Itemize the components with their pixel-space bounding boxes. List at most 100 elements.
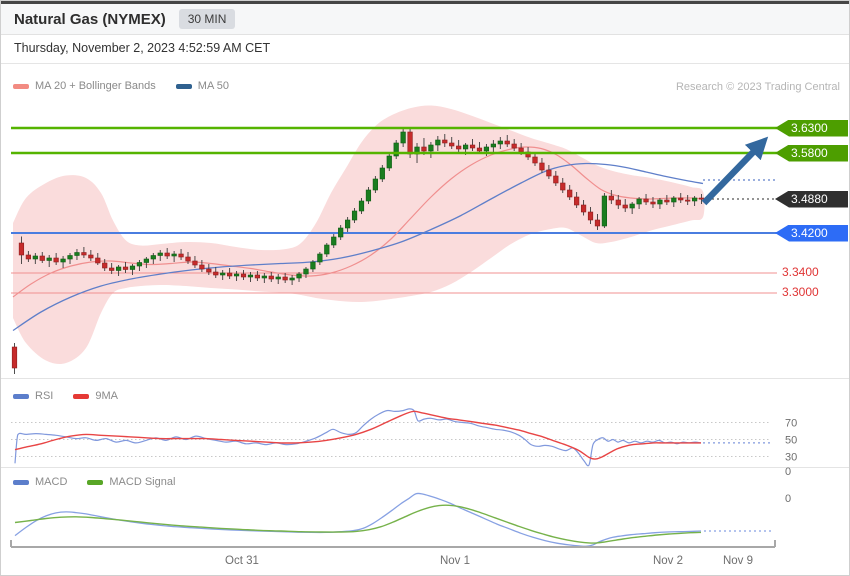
candle-body	[497, 140, 503, 145]
candle-body	[129, 265, 136, 270]
candle-body	[483, 146, 490, 152]
candle-body	[185, 256, 191, 262]
candle-body	[338, 227, 344, 238]
x-axis-label: Oct 31	[225, 555, 259, 567]
candle-body	[351, 210, 358, 221]
candle-body	[685, 199, 691, 202]
candle-body	[636, 198, 642, 205]
candle-body	[116, 266, 122, 271]
candle-body	[268, 275, 274, 280]
candle-body	[213, 271, 219, 276]
candle-body	[150, 255, 156, 260]
candle-body	[608, 195, 614, 201]
candle-body	[664, 199, 670, 203]
candle-body	[650, 201, 656, 205]
candle-body	[580, 204, 587, 213]
candle-body	[462, 144, 469, 150]
candle-body	[109, 267, 115, 271]
candle-body	[74, 252, 80, 256]
candle-body	[407, 131, 413, 155]
candle-body	[469, 144, 476, 149]
candle-body	[629, 203, 635, 209]
candle-body	[442, 139, 448, 144]
candle-body	[518, 147, 524, 153]
candle-body	[199, 264, 205, 270]
candle-body	[449, 142, 455, 147]
candle-body	[490, 143, 496, 148]
chart-canvas: 70 50 30 0 0 Oct 31 Nov 1 Nov 2 Nov 9	[1, 105, 849, 567]
candle-body	[560, 182, 566, 191]
candle-body	[11, 346, 18, 369]
candle-body	[102, 262, 108, 269]
candle-body	[60, 258, 66, 263]
price-label-minor-support-1: 3.3400	[782, 265, 819, 279]
macd-tick-label: 0	[785, 466, 791, 478]
candle-body	[39, 255, 45, 261]
candle-body	[227, 272, 233, 277]
candle-body	[282, 276, 288, 281]
price-label-resistance-1: 3.6300	[775, 119, 848, 137]
candle-body	[428, 144, 434, 152]
candle-body	[511, 143, 517, 149]
candle-body	[164, 252, 170, 257]
candle-body	[53, 257, 59, 263]
price-label-last: 3.4880	[775, 190, 848, 208]
candle-body	[303, 268, 309, 275]
macd-signal-line	[14, 504, 702, 544]
candle-body	[46, 257, 52, 261]
candle-body	[365, 189, 372, 202]
candle-body	[386, 155, 392, 169]
candle-body	[95, 257, 101, 264]
candle-body	[178, 253, 184, 258]
candle-body	[678, 197, 684, 201]
macd-tick-label: 0	[785, 493, 791, 505]
rsi-tick-label: 30	[785, 452, 797, 464]
candle-body	[247, 274, 254, 278]
x-axis-label: Nov 1	[440, 555, 470, 567]
price-label-support: 3.4200	[775, 224, 848, 242]
candle-body	[324, 244, 330, 255]
candle-body	[567, 189, 573, 198]
candle-body	[25, 254, 31, 260]
candle-body	[81, 252, 87, 256]
candle-body	[32, 255, 38, 260]
candle-body	[136, 262, 143, 267]
candle-body	[345, 219, 351, 229]
candle-body	[400, 131, 406, 144]
candle-body	[574, 196, 580, 206]
chart-widget: Natural Gas (NYMEX) 30 MIN Thursday, Nov…	[0, 0, 850, 576]
candle-body	[532, 156, 538, 164]
candle-body	[622, 204, 628, 209]
candle-body	[692, 197, 698, 202]
candle-body	[456, 145, 462, 150]
candle-body	[275, 276, 281, 280]
candle-body	[206, 268, 212, 273]
candle-body	[504, 140, 510, 145]
rsi-tick-label: 50	[785, 435, 797, 447]
x-axis-label: Nov 9	[723, 555, 753, 567]
candle-body	[379, 167, 385, 180]
candle-body	[546, 169, 552, 177]
candle-body	[233, 273, 240, 277]
candle-body	[539, 162, 545, 171]
candle-body	[192, 260, 198, 266]
candle-body	[220, 272, 226, 276]
candle-body	[601, 195, 607, 227]
candle-body	[67, 255, 73, 260]
candle-body	[372, 178, 378, 191]
rsi-tick-label: 70	[785, 418, 797, 430]
candle-body	[122, 266, 129, 270]
price-label-resistance-2: 3.5800	[775, 144, 848, 162]
candle-body	[289, 277, 295, 281]
rsi-9ma-line	[14, 410, 701, 460]
candle-body	[18, 242, 25, 256]
candle-body	[698, 197, 705, 200]
price-label-minor-support-2: 3.3000	[782, 285, 819, 299]
candle-body	[643, 198, 649, 203]
candle-body	[435, 139, 441, 146]
candle-body	[331, 236, 337, 246]
candle-body	[88, 254, 94, 259]
candle-body	[317, 253, 323, 263]
candle-body	[587, 211, 594, 221]
candle-body	[171, 253, 177, 257]
